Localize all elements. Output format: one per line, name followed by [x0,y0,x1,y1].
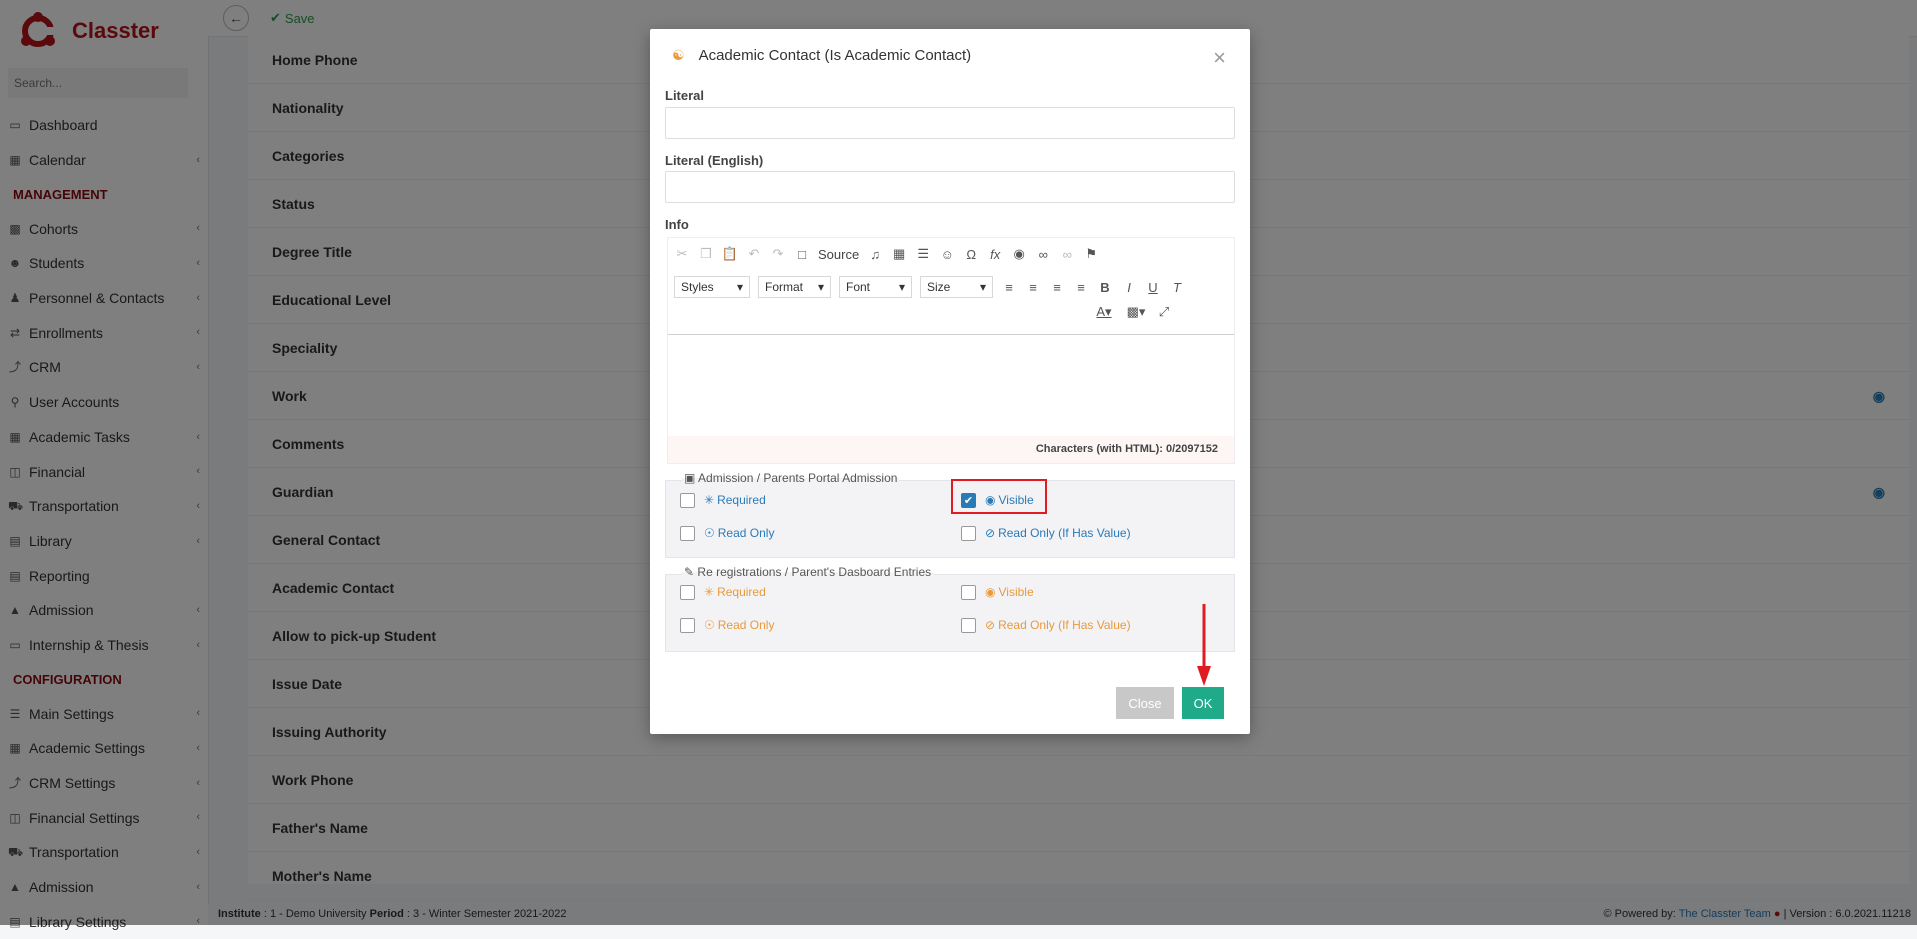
visible-checkbox[interactable] [961,585,976,600]
info-label: Info [665,217,689,232]
underline-icon[interactable]: U [1145,279,1161,295]
align-right-icon[interactable]: ≡ [1049,279,1065,295]
visible-highlight-box [951,479,1047,514]
required-checkbox[interactable] [680,585,695,600]
read-only-if-value-checkbox[interactable] [961,618,976,633]
unlink-icon[interactable]: ∞ [1059,246,1075,262]
visible-label: Visible [998,585,1034,599]
italic-icon[interactable]: I [1121,279,1137,295]
flag-icon[interactable]: ⚑ [1083,246,1099,262]
lock-icon: ☉ [704,618,715,632]
align-center-icon[interactable]: ≡ [1025,279,1041,295]
smiley-icon[interactable]: ☺ [939,246,955,262]
eye-icon: ◉ [985,585,996,599]
font-label: Font [846,280,871,294]
caret-down-icon: ▾ [898,280,905,294]
literal-english-label: Literal (English) [665,153,764,168]
caret-down-icon: ▾ [817,280,824,294]
source-icon: □ [798,246,806,262]
read-only-checkbox[interactable] [680,526,695,541]
format-dropdown[interactable]: Format ▾ [758,276,831,298]
globe-icon[interactable]: ◉ [1011,246,1027,262]
cut-icon[interactable]: ✂ [674,246,690,262]
char-count: Characters (with HTML): 0/2097152 [1035,443,1218,455]
redo-icon[interactable]: ↷ [770,246,786,262]
ok-button[interactable]: OK [1182,687,1224,719]
omega-icon[interactable]: Ω [963,246,979,262]
admission-permissions-group: ▣ Admission / Parents Portal Admission ✳… [665,471,1235,558]
lock-icon: ☉ [704,526,715,540]
styles-label: Styles [681,280,714,294]
literal-english-input[interactable] [665,171,1235,203]
audio-icon[interactable]: ♫ [867,246,883,262]
group-title-reregistration: Re registrations / Parent's Dasboard Ent… [697,565,932,579]
id-card-icon: ▣ [684,471,696,485]
editor-content-area[interactable] [668,335,1234,435]
maximize-icon[interactable]: ⤢ [1156,304,1172,320]
field-settings-modal: ☯ Academic Contact (Is Academic Contact)… [650,29,1250,734]
required-label: Required [717,493,766,507]
undo-icon[interactable]: ↶ [746,246,762,262]
asterisk-icon: ✳ [704,493,715,507]
formula-icon[interactable]: fx [987,246,1003,262]
group-title-admission: Admission / Parents Portal Admission [698,471,898,485]
editor-toolbar: ✂ ❐ 📋 ↶ ↷ □ Source ♫ ▦ ☰ ☺ Ω fx ◉ ∞ ∞ ⚑ … [668,238,1234,335]
source-button[interactable]: Source [818,247,859,262]
font-dropdown[interactable]: Font ▾ [839,276,912,298]
align-left-icon[interactable]: ≡ [1001,279,1017,295]
literal-label: Literal [665,88,705,103]
link-icon[interactable]: ∞ [1035,246,1051,262]
styles-dropdown[interactable]: Styles ▾ [674,276,750,298]
copy-icon[interactable]: ❐ [698,246,714,262]
remove-format-icon[interactable]: T [1169,279,1185,295]
format-label: Format [765,280,804,294]
horizontal-line-icon[interactable]: ☰ [915,246,931,262]
text-color-icon[interactable]: A▾ [1092,304,1116,320]
read-only-if-value-checkbox[interactable] [961,526,976,541]
caret-down-icon: ▾ [736,280,743,294]
size-label: Size [927,280,951,294]
literal-input[interactable] [665,107,1235,139]
required-label: Required [717,585,766,599]
background-color-icon[interactable]: ▩▾ [1124,304,1148,320]
annotation-arrow-icon [1197,604,1211,686]
read-only-if-value-label: Read Only (If Has Value) [998,618,1131,632]
reregistration-permissions-group: ✎ Re registrations / Parent's Dasboard E… [665,565,1235,652]
ban-icon: ⊘ [985,526,996,540]
handshake-icon: ☯ [672,47,685,63]
ban-icon: ⊘ [985,618,996,632]
read-only-label: Read Only [717,618,775,632]
bold-icon[interactable]: B [1097,279,1113,295]
close-button[interactable]: Close [1116,687,1174,719]
user-edit-icon: ✎ [684,565,695,579]
read-only-if-value-label: Read Only (If Has Value) [998,526,1131,540]
read-only-label: Read Only [717,526,775,540]
size-dropdown[interactable]: Size ▾ [920,276,993,298]
caret-down-icon: ▾ [979,280,986,294]
align-justify-icon[interactable]: ≡ [1073,279,1089,295]
paste-icon[interactable]: 📋 [722,246,738,262]
modal-title: Academic Contact (Is Academic Contact) [698,47,972,64]
asterisk-icon: ✳ [704,585,715,599]
rich-text-editor: ✂ ❐ 📋 ↶ ↷ □ Source ♫ ▦ ☰ ☺ Ω fx ◉ ∞ ∞ ⚑ … [667,237,1235,464]
table-icon[interactable]: ▦ [891,246,907,262]
editor-status-bar: Characters (with HTML): 0/2097152 [668,436,1234,463]
close-icon[interactable]: × [1213,45,1226,71]
required-checkbox[interactable] [680,493,695,508]
read-only-checkbox[interactable] [680,618,695,633]
